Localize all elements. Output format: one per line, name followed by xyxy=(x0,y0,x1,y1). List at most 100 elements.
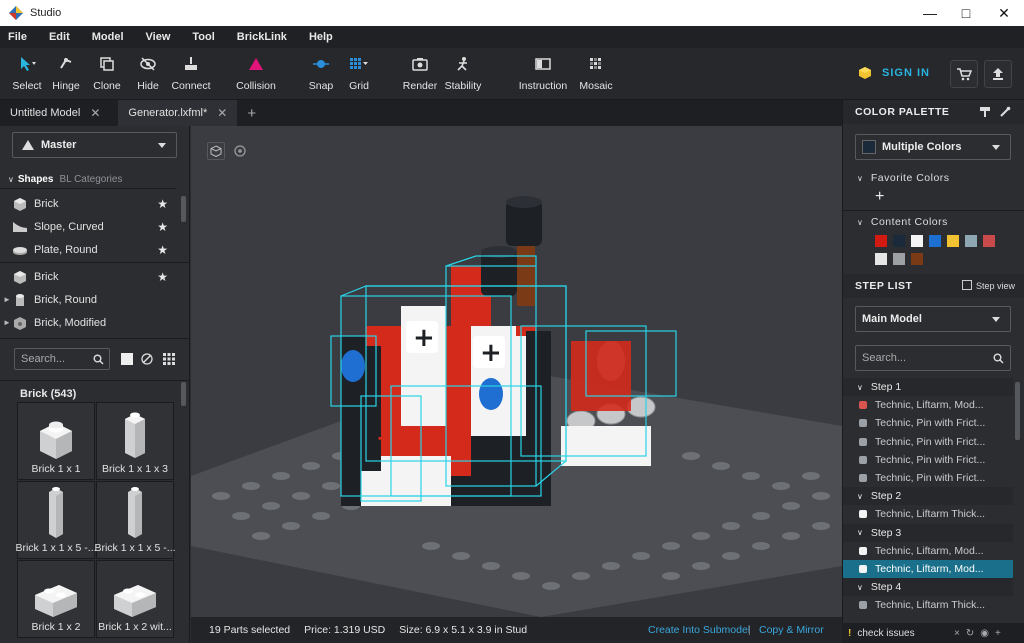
model-select[interactable]: Main Model xyxy=(855,306,1011,332)
color-swatch[interactable] xyxy=(893,253,905,265)
expand-arrow-icon[interactable]: ► xyxy=(3,318,11,327)
shape-row-plate-round[interactable]: Plate, Round ★ xyxy=(0,238,180,261)
close-tab-icon[interactable]: ✕ xyxy=(90,106,100,120)
step-part-item[interactable]: Technic, Pin with Frict... xyxy=(843,469,1013,487)
collapse-arrow-icon: ∨ xyxy=(857,174,863,183)
part-tile-brick-1x1x5-a[interactable]: Brick 1 x 1 x 5 -... xyxy=(15,481,97,559)
color-swatch[interactable] xyxy=(911,235,923,247)
color-swatch[interactable] xyxy=(875,253,887,265)
menu-edit[interactable]: Edit xyxy=(49,31,70,43)
color-swatch[interactable] xyxy=(965,235,977,247)
brick-1x2-thumbnail xyxy=(35,585,77,617)
parts-search-input[interactable]: Search... xyxy=(14,348,110,370)
collapse-arrow-icon[interactable]: ∨ xyxy=(8,175,14,184)
part-label: Brick 1 x 1 x 5 -... xyxy=(94,542,176,554)
upload-button[interactable] xyxy=(984,60,1012,88)
category-row-brick[interactable]: Brick ★ xyxy=(0,265,180,288)
step-header[interactable]: ∨ Step 2 xyxy=(843,487,1013,506)
maximize-button[interactable]: □ xyxy=(948,0,984,26)
stability-tool-button[interactable]: Stability xyxy=(438,54,488,92)
sign-in-button[interactable]: SIGN IN xyxy=(858,66,930,80)
step-label: Technic, Liftarm Thick... xyxy=(875,599,986,612)
content-colors-header[interactable]: ∨ Content Colors xyxy=(857,216,948,228)
step-header[interactable]: ∨ Step 4 xyxy=(843,578,1013,597)
grid-view-icon[interactable] xyxy=(163,353,175,365)
step-part-item[interactable]: Technic, Pin with Frict... xyxy=(843,451,1013,469)
view-tile-icon[interactable] xyxy=(121,353,133,365)
tab-bl-categories[interactable]: BL Categories xyxy=(59,174,122,185)
close-tab-icon[interactable]: ✕ xyxy=(217,106,227,120)
step-header[interactable]: ∨ Step 1 xyxy=(843,378,1013,396)
part-tile-brick-1x1x3[interactable]: Brick 1 x 1 x 3 xyxy=(96,402,174,480)
step-part-item[interactable]: Technic, Pin with Frict... xyxy=(843,414,1013,432)
color-swatch[interactable] xyxy=(983,235,995,247)
tab-shapes[interactable]: Shapes xyxy=(18,174,54,185)
color-swatch[interactable] xyxy=(947,235,959,247)
color-palette-title: COLOR PALETTE xyxy=(855,106,950,118)
paint-roller-icon[interactable] xyxy=(979,106,991,118)
step-part-item[interactable]: Technic, Pin with Frict... xyxy=(843,433,1013,451)
shape-row-slope-curved[interactable]: Slope, Curved ★ xyxy=(0,215,180,238)
menu-help[interactable]: Help xyxy=(309,31,333,43)
hinge-icon xyxy=(58,54,74,74)
tab-generator[interactable]: Generator.lxfml* ✕ xyxy=(118,100,238,126)
menu-file[interactable]: File xyxy=(8,31,27,43)
part-tile-brick-1x2[interactable]: Brick 1 x 2 xyxy=(17,560,95,638)
step-part-item[interactable]: Technic, Liftarm, Mod... xyxy=(843,560,1013,578)
3d-viewport[interactable]: + + + 19 Parts selected Price: 1.319 USD… xyxy=(191,126,842,643)
part-tile-brick-1x1x5-b[interactable]: Brick 1 x 1 x 5 -... xyxy=(94,481,176,559)
check-issues-label[interactable]: check issues xyxy=(857,628,914,639)
copy-mirror-link[interactable]: Copy & Mirror xyxy=(759,624,824,636)
create-into-submodel-link[interactable]: Create Into Submodel xyxy=(648,624,750,636)
instruction-tool-button[interactable]: Instruction xyxy=(518,54,568,92)
star-icon[interactable]: ★ xyxy=(157,220,168,234)
color-swatch[interactable] xyxy=(929,235,941,247)
step-list-scrollbar[interactable] xyxy=(1015,382,1020,440)
hide-unavailable-icon[interactable] xyxy=(141,353,153,365)
step-part-item[interactable]: Technic, Liftarm Thick... xyxy=(843,505,1013,523)
connect-tool-button[interactable]: Connect xyxy=(166,54,216,92)
palette-select[interactable]: Master xyxy=(12,132,177,158)
eyedropper-icon[interactable] xyxy=(999,106,1011,118)
color-swatch[interactable] xyxy=(875,235,887,247)
cart-button[interactable] xyxy=(950,60,978,88)
menu-tool[interactable]: Tool xyxy=(192,31,214,43)
category-row-brick-round[interactable]: ► Brick, Round xyxy=(0,288,180,311)
star-icon[interactable]: ★ xyxy=(157,197,168,211)
category-row-brick-modified[interactable]: ► Brick, Modified xyxy=(0,311,180,334)
step-part-item[interactable]: Technic, Liftarm, Mod... xyxy=(843,542,1013,560)
star-icon[interactable]: ★ xyxy=(157,270,168,284)
part-tile-brick-1x2-with[interactable]: Brick 1 x 2 wit... xyxy=(96,560,174,638)
color-select[interactable]: Multiple Colors xyxy=(855,134,1011,160)
step-actions-icons[interactable]: ×↻◉+ xyxy=(954,628,1007,639)
category-name: Brick, Modified xyxy=(34,316,107,329)
search-icon xyxy=(93,354,104,365)
color-swatch[interactable] xyxy=(893,235,905,247)
star-icon[interactable]: ★ xyxy=(157,243,168,257)
close-button[interactable]: ✕ xyxy=(986,0,1022,26)
expand-arrow-icon[interactable]: ► xyxy=(3,295,11,304)
menu-view[interactable]: View xyxy=(146,31,171,43)
step-view-checkbox[interactable] xyxy=(962,280,972,290)
tab-untitled-model[interactable]: Untitled Model ✕ xyxy=(0,100,110,126)
mosaic-tool-button[interactable]: Mosaic xyxy=(571,54,621,92)
color-swatch[interactable] xyxy=(911,253,923,265)
shape-row-brick[interactable]: Brick ★ xyxy=(0,192,180,215)
part-color-icon xyxy=(859,419,867,428)
favorite-colors-header[interactable]: ∨ Favorite Colors xyxy=(857,172,950,184)
step-part-item[interactable]: Technic, Liftarm Thick... xyxy=(843,596,1013,614)
step-header[interactable]: ∨ Step 3 xyxy=(843,523,1013,542)
part-tile-brick-1x1[interactable]: Brick 1 x 1 xyxy=(17,402,95,480)
step-search-input[interactable]: Search... xyxy=(855,345,1011,371)
menu-bricklink[interactable]: BrickLink xyxy=(237,31,287,43)
shape-list-scrollbar[interactable] xyxy=(181,196,186,222)
step-part-item[interactable]: Technic, Liftarm, Mod... xyxy=(843,396,1013,414)
minimize-button[interactable]: — xyxy=(912,0,948,26)
parts-grid-scrollbar[interactable] xyxy=(181,382,186,406)
add-favorite-color-button[interactable]: + xyxy=(875,188,884,206)
menu-model[interactable]: Model xyxy=(92,31,124,43)
add-tab-button[interactable]: + xyxy=(237,100,266,126)
grid-tool-button[interactable]: Grid xyxy=(334,54,384,92)
collision-tool-button[interactable]: Collision xyxy=(231,54,281,92)
upload-icon xyxy=(993,68,1003,80)
